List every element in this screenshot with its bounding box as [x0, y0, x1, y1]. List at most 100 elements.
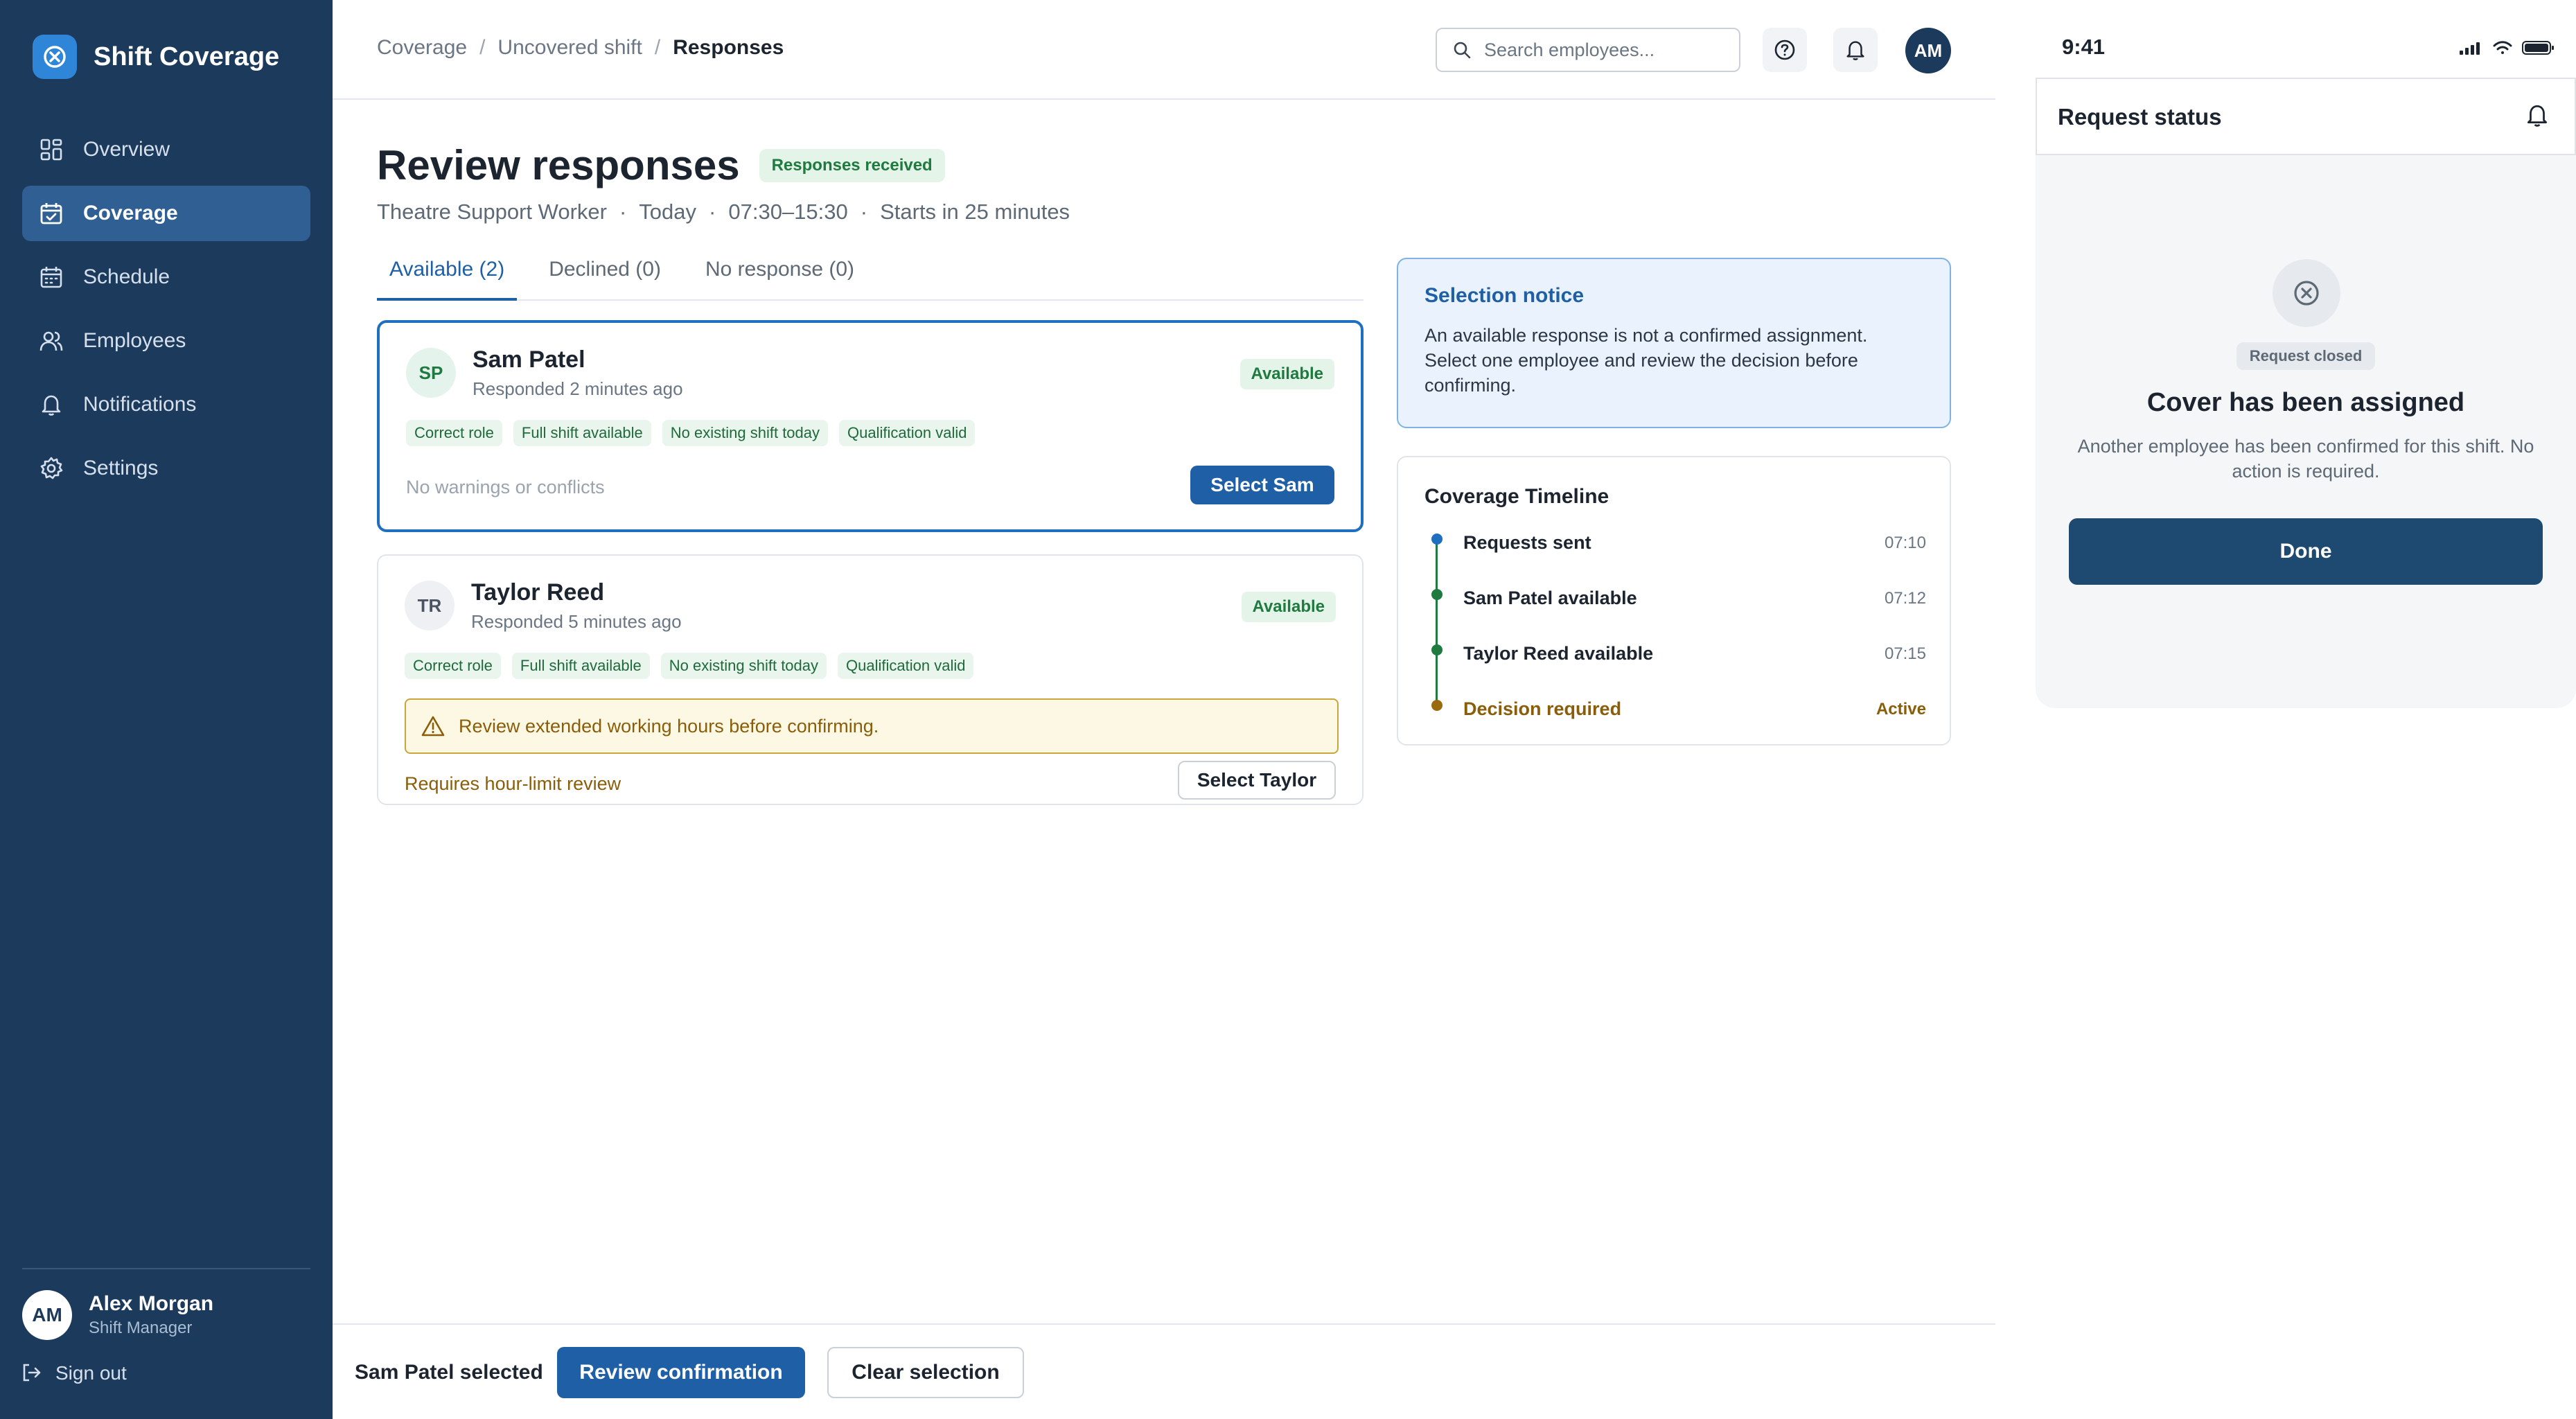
- sidebar: Shift Coverage Overview Coverage Schedul…: [0, 0, 333, 1419]
- check-chip: No existing shift today: [660, 653, 827, 679]
- sidebar-item-employees[interactable]: Employees: [22, 313, 310, 369]
- sidebar-nav: Overview Coverage Schedule Employees Not…: [22, 122, 310, 504]
- response-time: Responded 2 minutes ago: [473, 378, 683, 399]
- tab-no-response[interactable]: No response (0): [693, 249, 867, 301]
- battery-icon: [2522, 40, 2555, 55]
- coverage-timeline: Coverage Timeline Requests sent 07:10 Sa…: [1397, 456, 1951, 746]
- breadcrumb-item-current: Responses: [673, 36, 784, 59]
- brand[interactable]: Shift Coverage: [33, 35, 279, 79]
- breadcrumb-item-uncovered-shift[interactable]: Uncovered shift: [497, 36, 642, 60]
- hours-warning: Review extended working hours before con…: [405, 698, 1339, 754]
- timeline-event: Requests sent 07:10: [1424, 529, 1926, 560]
- event-label: Sam Patel available: [1463, 588, 1637, 608]
- event-time: 07:15: [1884, 644, 1926, 663]
- separator-dot: ·: [709, 200, 716, 224]
- employee-name: Sam Patel: [473, 346, 585, 373]
- phone-status-bar: 9:41: [2036, 18, 2576, 78]
- help-button[interactable]: [1763, 28, 1807, 72]
- notice-title: Selection notice: [1424, 284, 1585, 307]
- check-chip: Full shift available: [513, 420, 651, 446]
- review-note: Requires hour-limit review: [405, 773, 621, 794]
- top-bar: Coverage / Uncovered shift / Responses A…: [333, 0, 1995, 100]
- check-chip: Qualification valid: [839, 420, 976, 446]
- avatar: AM: [22, 1290, 72, 1340]
- event-time: 07:12: [1884, 589, 1926, 608]
- sidebar-item-coverage[interactable]: Coverage: [22, 186, 310, 241]
- response-card-taylor-reed[interactable]: TR Taylor Reed Responded 5 minutes ago A…: [377, 554, 1364, 805]
- event-label: Taylor Reed available: [1463, 643, 1654, 664]
- sign-out-icon: [21, 1362, 43, 1384]
- sidebar-item-settings[interactable]: Settings: [22, 441, 310, 496]
- conflict-note: No warnings or conflicts: [406, 477, 605, 497]
- review-confirmation-button[interactable]: Review confirmation: [557, 1347, 805, 1398]
- done-button[interactable]: Done: [2069, 518, 2543, 585]
- wifi-icon: [2493, 40, 2512, 55]
- timeline-dot: [1431, 589, 1443, 600]
- sign-out-label: Sign out: [55, 1362, 127, 1384]
- avatar[interactable]: AM: [1905, 28, 1951, 73]
- users-icon: [37, 327, 65, 355]
- selection-text: Sam Patel selected: [355, 1361, 543, 1384]
- user-role: Shift Manager: [89, 1319, 193, 1337]
- shift-hours: 07:30–15:30: [728, 200, 848, 224]
- tab-declined[interactable]: Declined (0): [536, 249, 673, 301]
- select-taylor-button[interactable]: Select Taylor: [1178, 761, 1336, 800]
- check-chip: Full shift available: [511, 653, 650, 679]
- response-tabs: Available (2) Declined (0) No response (…: [377, 249, 1364, 301]
- timeline-dot: [1431, 534, 1443, 545]
- search-input[interactable]: [1484, 39, 1733, 61]
- bell-icon: [1844, 39, 1867, 61]
- check-chip: No existing shift today: [662, 420, 829, 446]
- page-title: Review responses: [377, 142, 740, 188]
- breadcrumb-item-coverage[interactable]: Coverage: [377, 36, 467, 60]
- sidebar-item-notifications[interactable]: Notifications: [22, 377, 310, 432]
- notifications-button[interactable]: [1833, 28, 1878, 72]
- separator-dot: ·: [619, 200, 627, 224]
- sign-out-link[interactable]: Sign out: [21, 1362, 127, 1384]
- sidebar-item-label: Coverage: [83, 202, 178, 224]
- status-badge: Available: [1241, 592, 1336, 622]
- sidebar-item-schedule[interactable]: Schedule: [22, 249, 310, 305]
- user-name: Alex Morgan: [89, 1292, 214, 1315]
- request-closed-badge: Request closed: [2237, 342, 2375, 370]
- sidebar-item-overview[interactable]: Overview: [22, 122, 310, 177]
- main-content: Review responses Responses received Thea…: [333, 100, 1995, 1319]
- tab-available[interactable]: Available (2): [377, 249, 518, 301]
- grid-icon: [37, 136, 65, 164]
- shift-day: Today: [639, 200, 697, 224]
- warning-text: Review extended working hours before con…: [459, 715, 879, 737]
- app-name: Shift Coverage: [94, 42, 280, 71]
- clear-selection-button[interactable]: Clear selection: [827, 1347, 1024, 1398]
- breadcrumb-separator: /: [479, 36, 486, 59]
- search-box[interactable]: [1436, 28, 1740, 72]
- event-label: Decision required: [1463, 698, 1622, 719]
- sidebar-divider: [22, 1268, 310, 1269]
- calendar-icon: [37, 263, 65, 291]
- check-chip: Correct role: [405, 653, 501, 679]
- notice-body: An available response is not a confirmed…: [1424, 325, 1868, 396]
- timeline-dot: [1431, 644, 1443, 655]
- check-chips: Correct role Full shift available No exi…: [406, 420, 986, 446]
- sidebar-item-label: Employees: [83, 329, 186, 352]
- timeline-event: Taylor Reed available 07:15: [1424, 640, 1926, 671]
- timeline-title: Coverage Timeline: [1424, 485, 1609, 508]
- selection-action-bar: Sam Patel selected Review confirmation C…: [333, 1323, 1995, 1419]
- select-sam-button[interactable]: Select Sam: [1190, 466, 1334, 504]
- signal-icon: [2460, 41, 2483, 55]
- sidebar-user[interactable]: AM Alex Morgan Shift Manager: [22, 1290, 213, 1340]
- bell-icon[interactable]: [2525, 103, 2550, 127]
- shift-details: Theatre Support Worker · Today · 07:30–1…: [377, 200, 1070, 224]
- request-status-title: Request status: [2058, 104, 2222, 130]
- check-chips: Correct role Full shift available No exi…: [405, 653, 985, 679]
- event-time: Active: [1876, 700, 1926, 719]
- status-badge: Responses received: [759, 148, 945, 182]
- cover-assigned-message: Another employee has been confirmed for …: [2077, 436, 2534, 482]
- avatar: TR: [405, 581, 455, 631]
- help-icon: [1773, 38, 1797, 62]
- timeline-dot: [1431, 700, 1443, 711]
- status-badge: Available: [1240, 359, 1334, 389]
- response-card-sam-patel[interactable]: SP Sam Patel Responded 2 minutes ago Ava…: [377, 320, 1364, 532]
- cover-assigned-heading: Cover has been assigned: [2146, 388, 2465, 417]
- app-root: Shift Coverage Overview Coverage Schedul…: [0, 0, 2576, 1419]
- avatar: SP: [406, 348, 456, 398]
